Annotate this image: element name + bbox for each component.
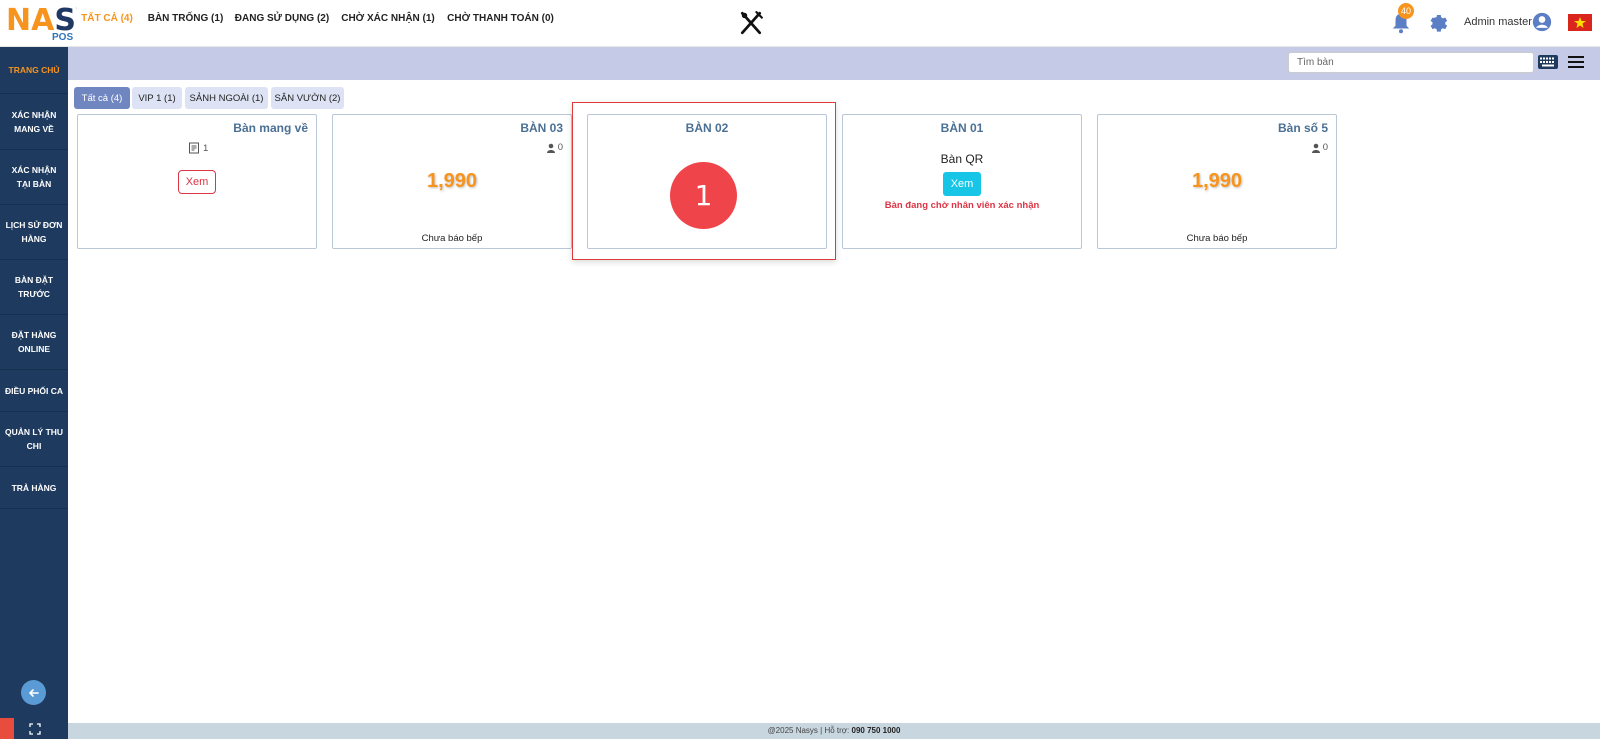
filter-vip1[interactable]: VIP 1 (1) — [132, 87, 182, 109]
app-badge — [0, 718, 14, 739]
vietnam-flag-icon[interactable] — [1568, 14, 1592, 31]
waiting-message: Bàn đang chờ nhân viên xác nhận — [884, 200, 1040, 211]
sidebar: TRANG CHỦ XÁC NHẬN MANG VỀ XÁC NHẬN TẠI … — [0, 47, 68, 739]
sidebar-item-returns[interactable]: TRẢ HÀNG — [0, 467, 68, 509]
search-table-input[interactable] — [1288, 52, 1534, 73]
tab-empty[interactable]: BÀN TRỐNG (1) — [143, 4, 228, 33]
receipt-icon — [189, 142, 199, 154]
view-qr-button[interactable]: Xem — [943, 172, 981, 196]
footer-text: @2025 Nasys | Hỗ trợ: — [767, 726, 850, 735]
guest-count: 0 — [546, 142, 563, 153]
table-title: BÀN 03 — [520, 121, 563, 135]
table-title: BÀN 01 — [940, 121, 984, 135]
sidebar-item-reservations[interactable]: BÀN ĐẶT TRƯỚC — [0, 260, 68, 315]
notification-badge: 40 — [1398, 3, 1414, 19]
collapse-sidebar-button[interactable] — [21, 680, 46, 705]
table-card-ban-02[interactable]: BÀN 02 1 — [587, 114, 827, 249]
filter-garden[interactable]: SÂN VƯỜN (2) — [271, 87, 344, 109]
table-title: Bàn mang về — [233, 121, 308, 135]
guest-count: 0 — [1311, 142, 1328, 153]
tab-in-use[interactable]: ĐANG SỬ DỤNG (2) — [232, 4, 332, 33]
sidebar-item-online-orders[interactable]: ĐẶT HÀNG ONLINE — [0, 315, 68, 370]
arrow-left-icon — [28, 688, 39, 697]
keyboard-icon[interactable] — [1537, 53, 1559, 71]
user-icon — [546, 143, 555, 153]
filter-outdoor-hall[interactable]: SẢNH NGOÀI (1) — [185, 87, 268, 109]
order-count: 1 — [188, 142, 208, 154]
sidebar-item-confirm-table[interactable]: XÁC NHẬN TẠI BÀN — [0, 150, 68, 205]
table-badge: 1 — [670, 162, 737, 229]
table-card-ban-03[interactable]: BÀN 03 0 1,990 Chưa báo bếp — [332, 114, 572, 249]
kitchen-status: Chưa báo bếp — [421, 233, 483, 244]
table-total: 1,990 — [426, 170, 478, 192]
table-title: BÀN 02 — [685, 121, 729, 135]
gear-icon[interactable] — [1427, 12, 1449, 34]
footer: @2025 Nasys | Hỗ trợ: 090 750 1000 — [68, 723, 1600, 739]
filter-all[interactable]: Tất cả (4) — [74, 87, 130, 109]
tab-pending-payment[interactable]: CHỜ THANH TOÁN (0) — [444, 4, 557, 33]
sidebar-item-shift[interactable]: ĐIỀU PHỐI CA — [0, 370, 68, 412]
sidebar-item-confirm-takeaway[interactable]: XÁC NHẬN MANG VỀ — [0, 94, 68, 150]
user-icon — [1311, 143, 1320, 153]
sidebar-item-finance[interactable]: QUẢN LÝ THU CHI — [0, 412, 68, 467]
kitchen-status: Chưa báo bếp — [1186, 233, 1248, 244]
logo-sub: POS — [52, 32, 74, 43]
table-card-takeaway[interactable]: Bàn mang về 1 Xem — [77, 114, 317, 249]
tab-all[interactable]: TẤT CẢ (4) — [76, 4, 138, 33]
table-total: 1,990 — [1191, 170, 1243, 192]
qr-table-label: Bàn QR — [940, 152, 984, 166]
sidebar-item-order-history[interactable]: LỊCH SỬ ĐƠN HÀNG — [0, 205, 68, 260]
sidebar-item-home[interactable]: TRANG CHỦ — [0, 47, 68, 94]
table-card-ban-01[interactable]: BÀN 01 Bàn QR Xem Bàn đang chờ nhân viên… — [842, 114, 1082, 249]
expand-icon[interactable] — [28, 722, 42, 736]
table-title: Bàn số 5 — [1277, 121, 1328, 135]
table-card-ban-5[interactable]: Bàn số 5 0 1,990 Chưa báo bếp — [1097, 114, 1337, 249]
menu-icon[interactable] — [1568, 55, 1584, 69]
user-circle-icon[interactable] — [1532, 12, 1552, 32]
utensils-icon[interactable] — [738, 10, 764, 36]
tab-pending-confirm[interactable]: CHỜ XÁC NHẬN (1) — [337, 4, 439, 33]
user-name[interactable]: Admin master — [1464, 16, 1532, 28]
support-phone: 090 750 1000 — [851, 726, 901, 735]
view-takeaway-button[interactable]: Xem — [178, 170, 216, 194]
